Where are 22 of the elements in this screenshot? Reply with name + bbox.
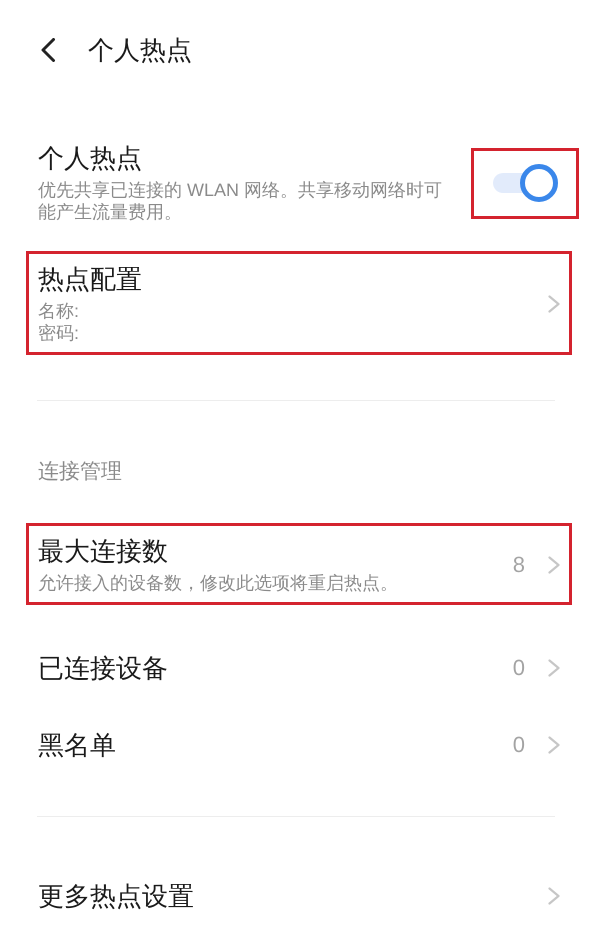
- setting-description: 优先共享已连接的 WLAN 网络。共享移动网络时可能产生流量费用。: [38, 179, 444, 223]
- chevron-right-icon: [548, 887, 560, 905]
- chevron-right-icon: [548, 556, 560, 574]
- chevron-right-icon: [548, 295, 560, 313]
- setting-title: 黑名单: [38, 730, 116, 760]
- setting-title: 已连接设备: [38, 653, 168, 683]
- setting-value: 0: [512, 731, 525, 759]
- setting-title: 热点配置: [38, 264, 142, 294]
- chevron-right-icon: [548, 736, 560, 754]
- setting-title: 更多热点设置: [38, 881, 194, 911]
- toggle-switch[interactable]: [493, 164, 558, 202]
- setting-title: 最大连接数: [38, 536, 168, 566]
- section-header: 连接管理: [38, 459, 122, 485]
- setting-detail: 名称:: [38, 300, 80, 322]
- setting-description: 允许接入的设备数，修改此选项将重启热点。: [38, 572, 398, 594]
- setting-value: 0: [512, 654, 525, 682]
- back-icon: [40, 38, 56, 62]
- setting-value: 8: [512, 551, 525, 579]
- setting-detail: 密码:: [38, 322, 80, 344]
- setting-title: 个人热点: [38, 143, 142, 173]
- chevron-right-icon: [548, 659, 560, 677]
- page-title: 个人热点: [88, 34, 192, 66]
